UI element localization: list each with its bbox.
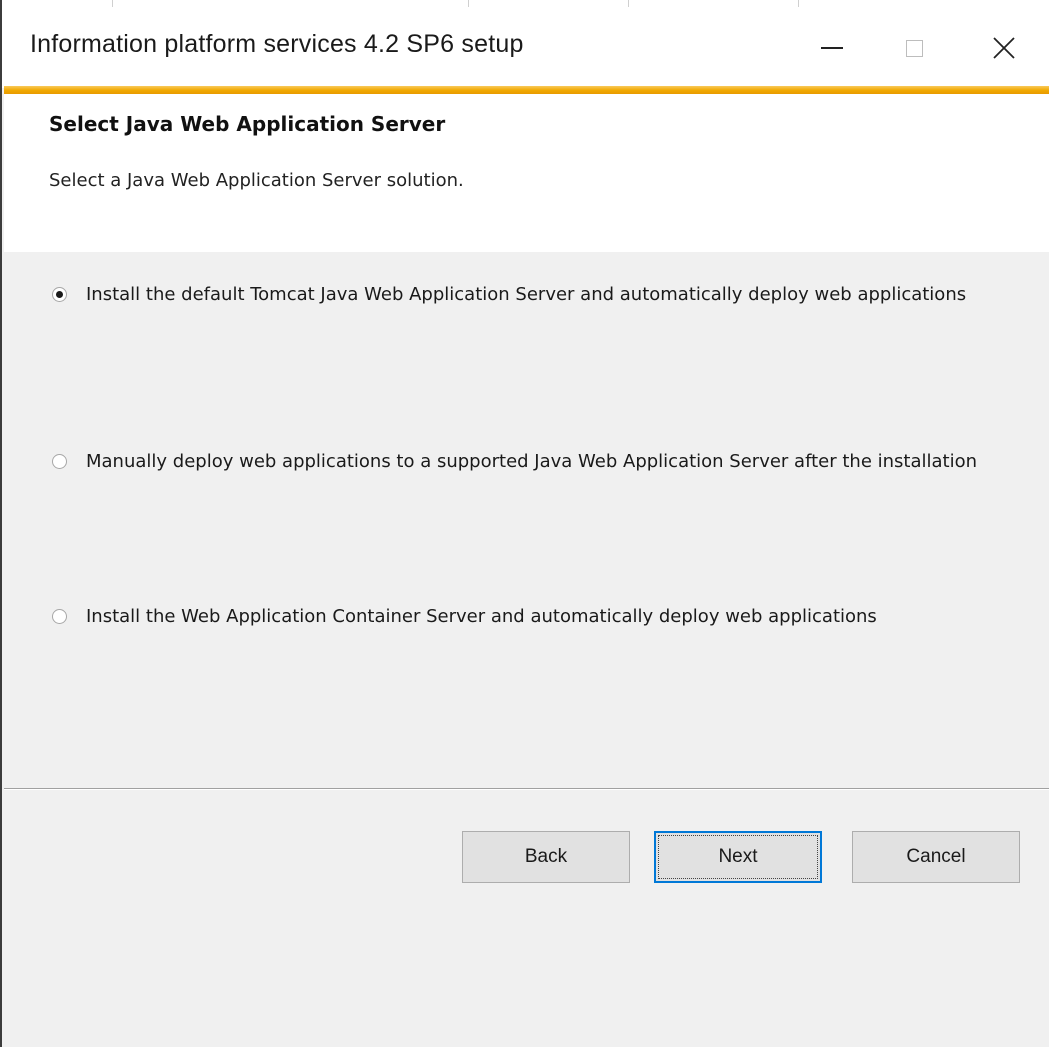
background-divider (2, 0, 113, 7)
radio-button[interactable] (52, 454, 67, 469)
option-label: Manually deploy web applications to a su… (86, 451, 978, 472)
button-bar: Back Next Cancel (4, 790, 1049, 1047)
page-header: Select Java Web Application Server Selec… (4, 94, 1049, 252)
maximize-button[interactable] (874, 8, 954, 88)
option-manual-deploy[interactable]: Manually deploy web applications to a su… (52, 450, 992, 474)
option-default-tomcat[interactable]: Install the default Tomcat Java Web Appl… (52, 283, 992, 307)
page-subtitle: Select a Java Web Application Server sol… (49, 170, 464, 191)
options-panel: Install the default Tomcat Java Web Appl… (4, 252, 1049, 788)
setup-dialog: Information platform services 4.2 SP6 se… (0, 0, 1049, 1047)
option-label: Install the Web Application Container Se… (86, 606, 877, 627)
title-bar[interactable]: Information platform services 4.2 SP6 se… (2, 8, 1049, 88)
close-button[interactable] (964, 8, 1044, 88)
close-icon (993, 37, 1015, 59)
background-divider (628, 0, 799, 7)
cancel-button[interactable]: Cancel (852, 831, 1020, 883)
minimize-button[interactable] (792, 8, 872, 88)
accent-bar (4, 86, 1049, 94)
radio-button[interactable] (52, 609, 67, 624)
background-window-edge (2, 0, 1049, 8)
option-label: Install the default Tomcat Java Web Appl… (86, 284, 967, 305)
back-button[interactable]: Back (462, 831, 630, 883)
option-web-app-container[interactable]: Install the Web Application Container Se… (52, 605, 992, 629)
background-divider (112, 0, 469, 7)
minimize-icon (821, 47, 843, 49)
radio-button-selected[interactable] (52, 287, 67, 302)
page-title: Select Java Web Application Server (49, 112, 446, 136)
window-title: Information platform services 4.2 SP6 se… (30, 30, 524, 58)
background-divider (468, 0, 629, 7)
next-button[interactable]: Next (654, 831, 822, 883)
maximize-icon (905, 39, 923, 57)
